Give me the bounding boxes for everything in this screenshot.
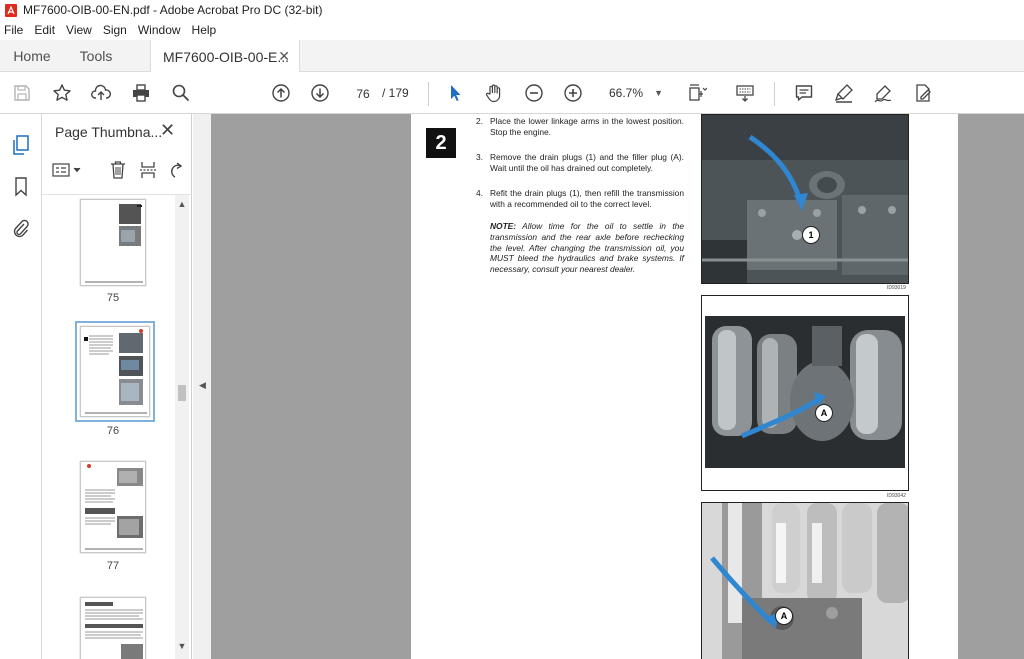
figure-callout: A: [815, 404, 833, 422]
tab-bar: Home Tools MF7600-OIB-00-E... ✕: [0, 40, 1024, 73]
toolbar: 76 / 179 66.7% ▼: [0, 72, 1024, 114]
page-thumbnail-78[interactable]: [80, 597, 146, 659]
search-icon[interactable]: [169, 81, 193, 105]
collapse-arrow-icon[interactable]: ◀: [199, 380, 206, 391]
menu-file[interactable]: File: [4, 23, 23, 37]
thumbnail-scrollbar[interactable]: ▲ ▼: [175, 195, 189, 659]
thumbnail-options-icon[interactable]: [52, 160, 84, 180]
thumbnail-label: 77: [106, 560, 120, 572]
sign-icon[interactable]: [871, 81, 895, 105]
instruction-text: Remove the drain plugs (1) and the fille…: [490, 152, 684, 173]
hand-icon[interactable]: [482, 81, 506, 105]
instruction-number: 4.: [476, 188, 483, 198]
tab-document[interactable]: MF7600-OIB-00-E... ✕: [150, 40, 300, 73]
figure-filler-plug-detail: A: [701, 502, 909, 659]
window-title: MF7600-OIB-00-EN.pdf - Adobe Acrobat Pro…: [23, 3, 323, 17]
zoom-level-select[interactable]: 66.7% ▼: [599, 82, 667, 104]
tab-tools[interactable]: Tools: [64, 40, 128, 72]
menu-window[interactable]: Window: [138, 23, 181, 37]
document-viewer[interactable]: 2 2. Place the lower linkage arms in the…: [211, 114, 1024, 659]
keyboard-icon[interactable]: [733, 81, 757, 105]
note-paragraph: NOTE: Allow time for the oil to settle i…: [490, 221, 684, 275]
menu-view[interactable]: View: [66, 23, 92, 37]
left-navigation-rail: [0, 114, 42, 659]
bookmark-icon[interactable]: [9, 175, 33, 199]
pages-icon[interactable]: [9, 133, 33, 157]
save-icon[interactable]: [10, 81, 34, 105]
thumbnail-tools: [52, 158, 187, 182]
highlight-icon[interactable]: [832, 81, 856, 105]
zoom-in-icon[interactable]: [561, 81, 585, 105]
page-number-input[interactable]: 76: [346, 82, 380, 104]
page-thumbnails-panel: Page Thumbna... ✕ 75 76 77 ▲ ▼: [42, 114, 192, 659]
star-icon[interactable]: [50, 81, 74, 105]
thumbnail-label: 76: [106, 425, 120, 437]
edit-pdf-icon[interactable]: [911, 81, 935, 105]
print-icon[interactable]: [129, 81, 153, 105]
instruction-text: Place the lower linkage arms in the lowe…: [490, 116, 684, 137]
select-cursor-icon[interactable]: [443, 81, 467, 105]
title-bar: MF7600-OIB-00-EN.pdf - Adobe Acrobat Pro…: [0, 0, 1024, 20]
instruction-text: Refit the drain plugs (1), then refill t…: [490, 188, 684, 209]
instruction-number: 3.: [476, 152, 483, 162]
menu-edit[interactable]: Edit: [34, 23, 55, 37]
scroll-up-arrow-icon[interactable]: ▲: [177, 199, 187, 209]
comment-icon[interactable]: [792, 81, 816, 105]
close-tab-icon[interactable]: ✕: [278, 48, 290, 65]
instruction-item: 4. Refit the drain plugs (1), then refil…: [476, 188, 684, 210]
zoom-level-value: 66.7%: [609, 86, 644, 100]
panel-title: Page Thumbna...: [55, 124, 163, 140]
page-down-icon[interactable]: [308, 81, 332, 105]
instruction-number: 2.: [476, 116, 483, 126]
scroll-down-arrow-icon[interactable]: ▼: [177, 641, 187, 651]
split-page-icon[interactable]: [137, 160, 159, 180]
figure-callout: 1: [802, 226, 820, 244]
page-thumbnail-77[interactable]: [80, 461, 146, 553]
toolbar-divider: [428, 82, 429, 106]
menu-help[interactable]: Help: [192, 23, 217, 37]
instruction-item: 3. Remove the drain plugs (1) and the fi…: [476, 152, 684, 174]
figure-transmission-drain-plugs: 1: [701, 114, 909, 284]
acrobat-app-icon: [5, 3, 17, 17]
pdf-page: 2 2. Place the lower linkage arms in the…: [411, 114, 958, 659]
instruction-item: 2. Place the lower linkage arms in the l…: [476, 116, 684, 138]
page-total: / 179: [382, 86, 409, 100]
delete-page-icon[interactable]: [107, 160, 129, 180]
figure-callout: A: [775, 607, 793, 625]
close-panel-icon[interactable]: ✕: [160, 120, 175, 141]
figure-code: ID93042: [887, 493, 906, 499]
attachment-icon[interactable]: [9, 217, 33, 241]
menu-bar: File Edit View Sign Window Help: [0, 20, 1024, 40]
figure-code: ID93019: [887, 285, 906, 291]
upload-icon[interactable]: [89, 81, 113, 105]
zoom-out-icon[interactable]: [522, 81, 546, 105]
rotate-page-icon[interactable]: [165, 160, 187, 180]
figure-filler-plug: A: [701, 295, 909, 491]
panel-collapse-strip[interactable]: ◀: [193, 114, 211, 659]
scrollbar-thumb[interactable]: [178, 385, 186, 401]
step-number: 2: [426, 128, 456, 158]
fit-page-icon[interactable]: [685, 81, 709, 105]
tab-document-label: MF7600-OIB-00-E...: [163, 48, 290, 65]
menu-sign[interactable]: Sign: [103, 23, 127, 37]
page-thumbnail-76[interactable]: [75, 321, 155, 422]
thumbnail-list: 75 76 77 ▲ ▼: [42, 194, 192, 659]
tab-home[interactable]: Home: [0, 40, 64, 72]
page-up-icon[interactable]: [269, 81, 293, 105]
toolbar-divider: [774, 82, 775, 106]
thumbnail-label: 75: [106, 292, 120, 304]
note-text: Allow time for the oil to settle in the …: [490, 221, 684, 275]
note-label: NOTE:: [490, 221, 517, 231]
page-thumbnail-75[interactable]: [80, 199, 146, 286]
chevron-down-icon: ▼: [654, 88, 663, 98]
